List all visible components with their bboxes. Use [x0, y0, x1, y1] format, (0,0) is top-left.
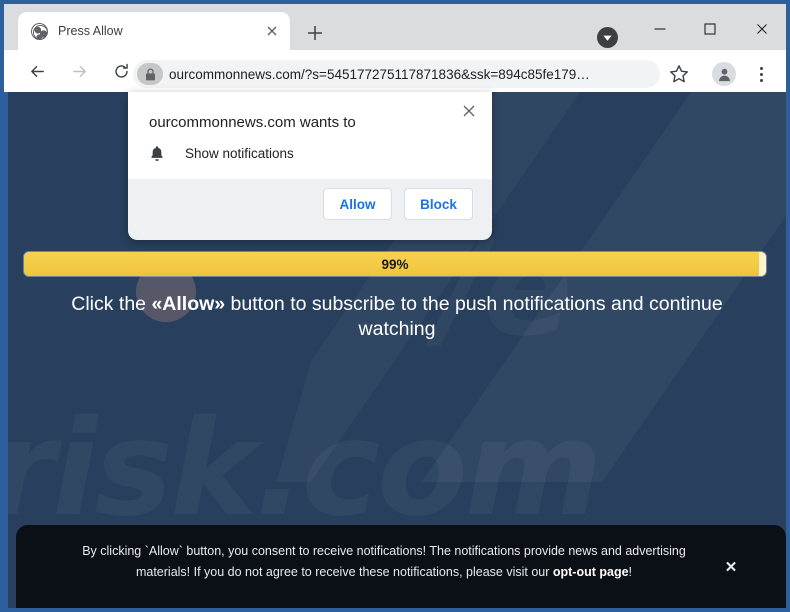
forward-arrow-icon[interactable] — [64, 56, 94, 86]
banner-close-icon[interactable]: ✕ — [722, 558, 740, 576]
permission-label: Show notifications — [185, 146, 294, 161]
tab-title: Press Allow — [58, 24, 123, 38]
dialog-buttons: Allow Block — [323, 188, 473, 220]
headline-prefix: Click the — [71, 293, 152, 315]
progress-bar: 99% — [24, 252, 766, 276]
globe-icon — [31, 22, 48, 40]
dialog-close-icon[interactable] — [460, 102, 478, 120]
consent-text-part2: ! — [628, 565, 633, 579]
progress-bar-label: 99% — [381, 256, 409, 272]
window-close-button[interactable] — [740, 12, 784, 46]
new-tab-button[interactable] — [304, 22, 326, 44]
page-headline: Click the «Allow» button to subscribe to… — [52, 292, 742, 342]
star-icon[interactable] — [668, 63, 690, 85]
url-text: ourcommonnews.com/?s=545177275117871836&… — [169, 66, 590, 82]
address-bar[interactable]: ourcommonnews.com/?s=545177275117871836&… — [133, 60, 660, 88]
permission-row: Show notifications — [149, 145, 294, 162]
notification-permission-dialog: ourcommonnews.com wants to Show notifica… — [128, 92, 492, 240]
consent-banner: By clicking `Allow` button, you consent … — [16, 525, 786, 608]
download-chevron-icon[interactable] — [597, 27, 618, 48]
lock-icon[interactable] — [137, 63, 163, 85]
block-button[interactable]: Block — [404, 188, 473, 220]
close-icon[interactable] — [264, 23, 280, 39]
person-icon[interactable] — [712, 62, 736, 86]
reload-icon[interactable] — [106, 56, 136, 86]
opt-out-page-link[interactable]: opt-out page — [553, 565, 629, 579]
tab-strip: Press Allow — [0, 0, 790, 50]
three-dot-menu-icon[interactable] — [752, 62, 770, 86]
bell-icon — [149, 145, 165, 162]
back-arrow-icon[interactable] — [22, 56, 52, 86]
browser-tab[interactable]: Press Allow — [18, 12, 290, 50]
window-maximize-button[interactable] — [688, 12, 732, 46]
browser-window: Press Allow ourcommonnews.com/?s=5451772… — [0, 0, 790, 612]
headline-emphasis: «Allow» — [151, 293, 226, 315]
window-minimize-button[interactable] — [638, 12, 682, 46]
headline-suffix: button to subscribe to the push notifica… — [225, 293, 723, 340]
dialog-top-surface — [128, 92, 492, 179]
dialog-title: ourcommonnews.com wants to — [149, 114, 356, 131]
watermark-text: risk.com — [8, 392, 786, 546]
consent-banner-text: By clicking `Allow` button, you consent … — [64, 541, 704, 583]
allow-button[interactable]: Allow — [323, 188, 392, 220]
